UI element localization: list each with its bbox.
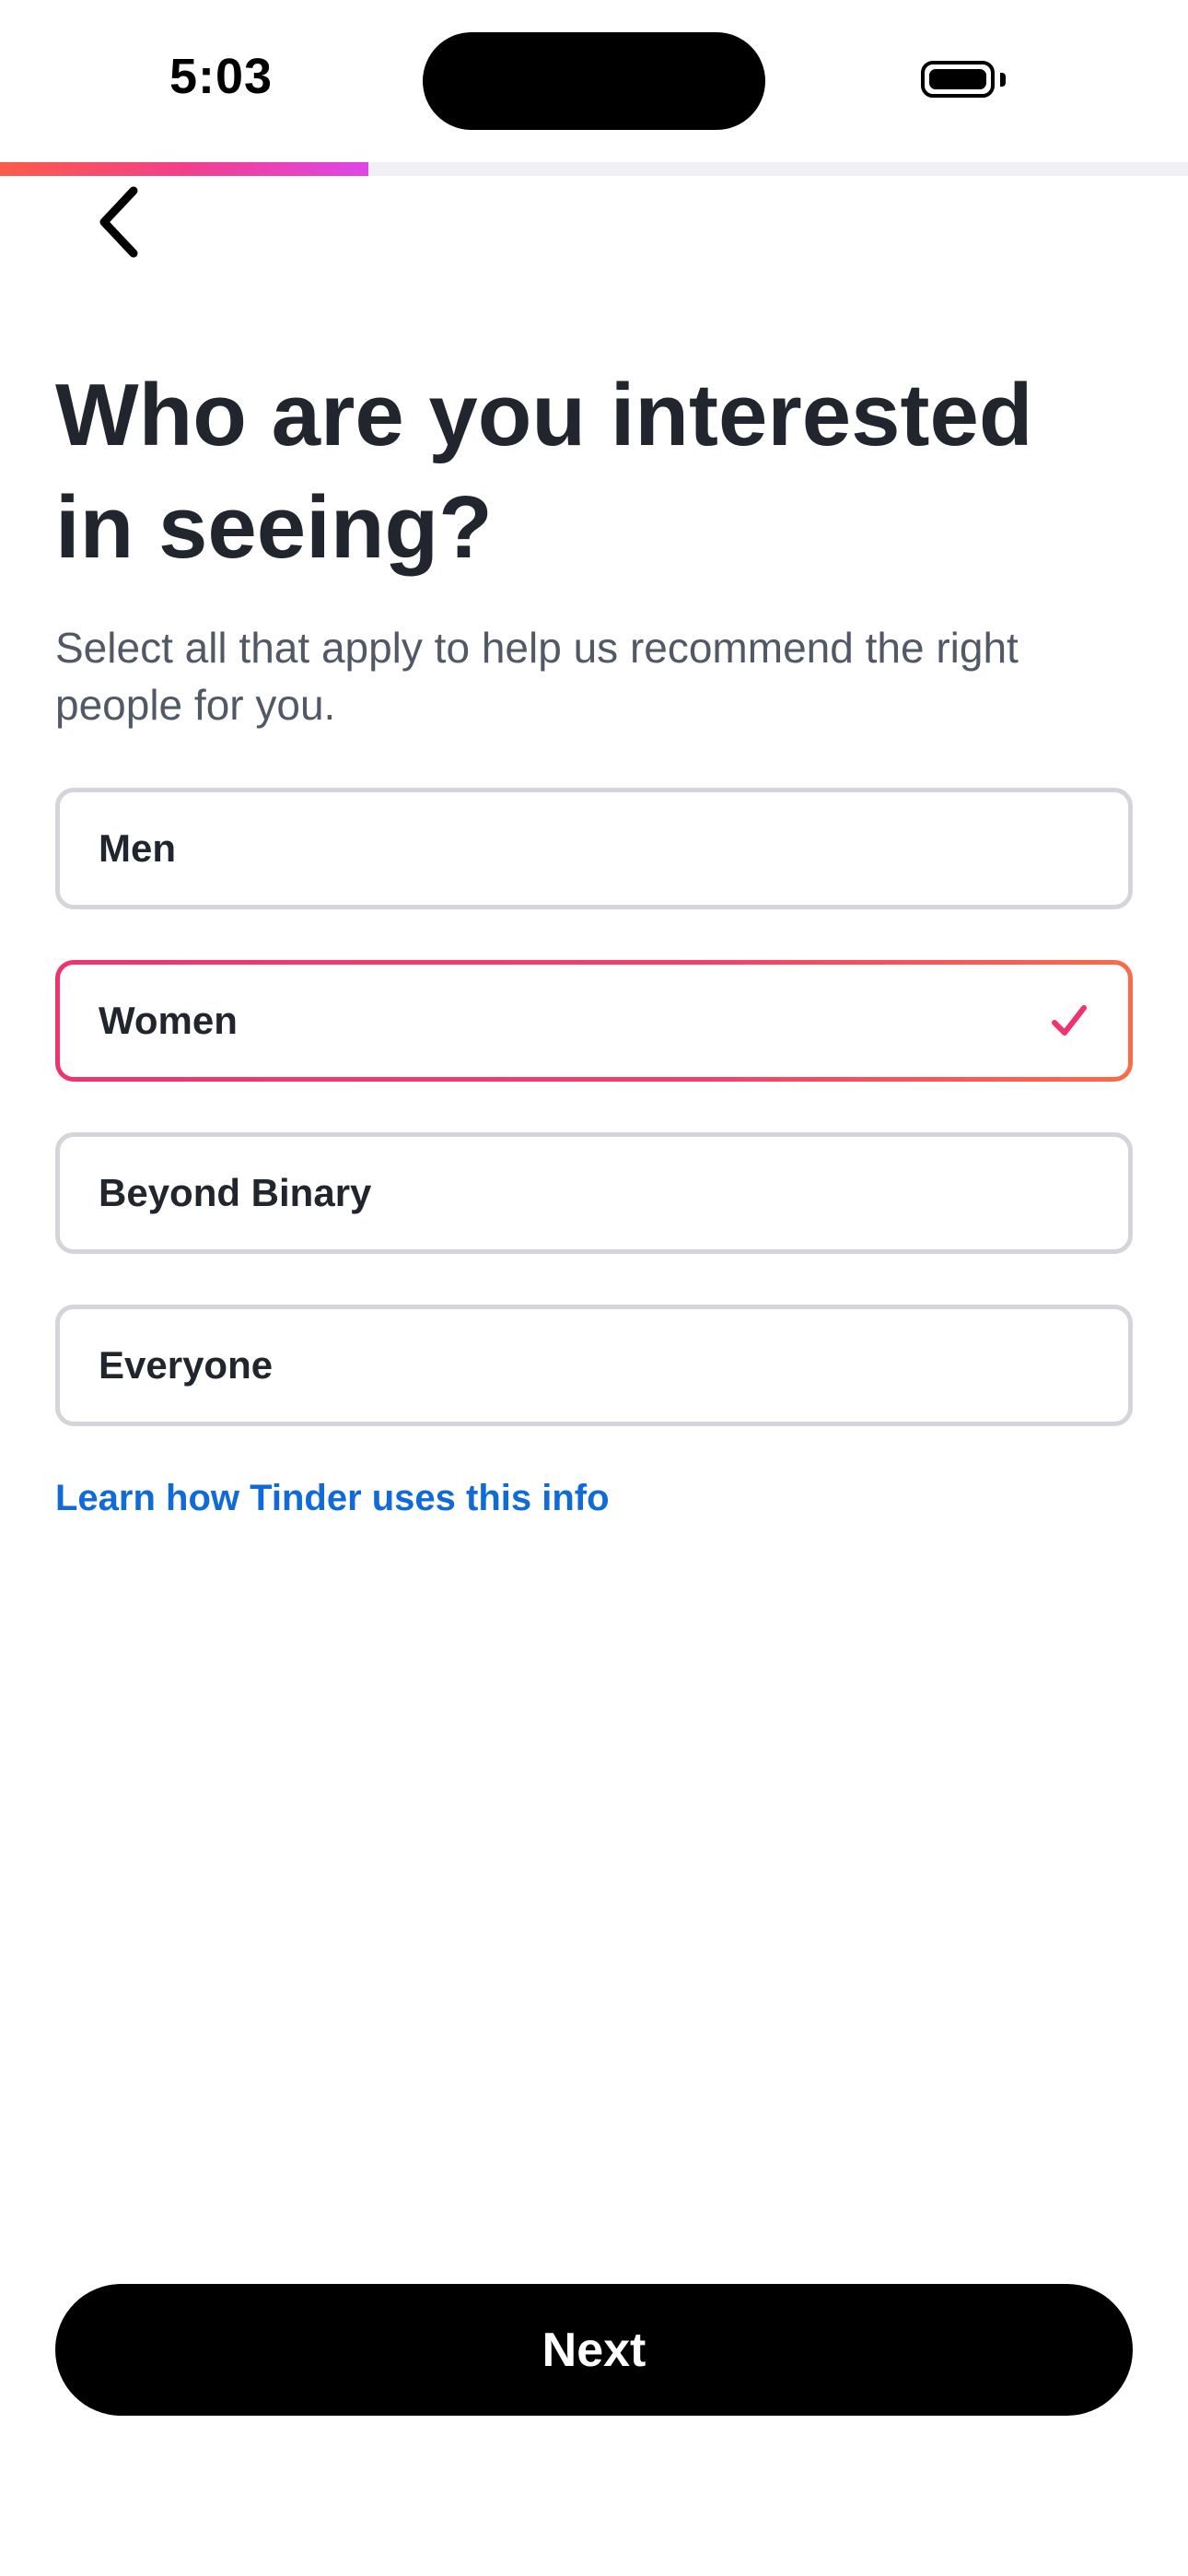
option-label: Men [99,826,176,870]
battery-icon [921,61,995,98]
next-button[interactable]: Next [55,2284,1133,2416]
learn-more-link[interactable]: Learn how Tinder uses this info [55,1478,610,1519]
checkmark-icon [1052,1005,1087,1036]
option-label: Beyond Binary [99,1171,372,1214]
option-label: Women [99,999,238,1042]
battery-tip [1000,73,1006,87]
onboarding-progress-bar [0,162,1188,176]
option-women[interactable]: Women [55,960,1133,1082]
option-label: Everyone [99,1343,274,1387]
status-time: 5:03 [169,49,274,104]
battery-level [929,69,986,89]
page-title: Who are you interested in seeing? [55,366,1033,577]
back-button[interactable] [81,181,155,263]
option-everyone[interactable]: Everyone [55,1305,1133,1426]
progress-fill [0,162,368,176]
option-beyond-binary[interactable]: Beyond Binary [55,1132,1133,1254]
dynamic-island [423,32,765,130]
option-men[interactable]: Men [55,788,1133,909]
page-subtitle: Select all that apply to help us recomme… [55,624,1019,729]
chevron-left-icon [99,186,138,258]
status-bar: 5:03 [0,0,1188,162]
interest-options: Men Women Beyond Binary Everyone [55,788,1133,1477]
